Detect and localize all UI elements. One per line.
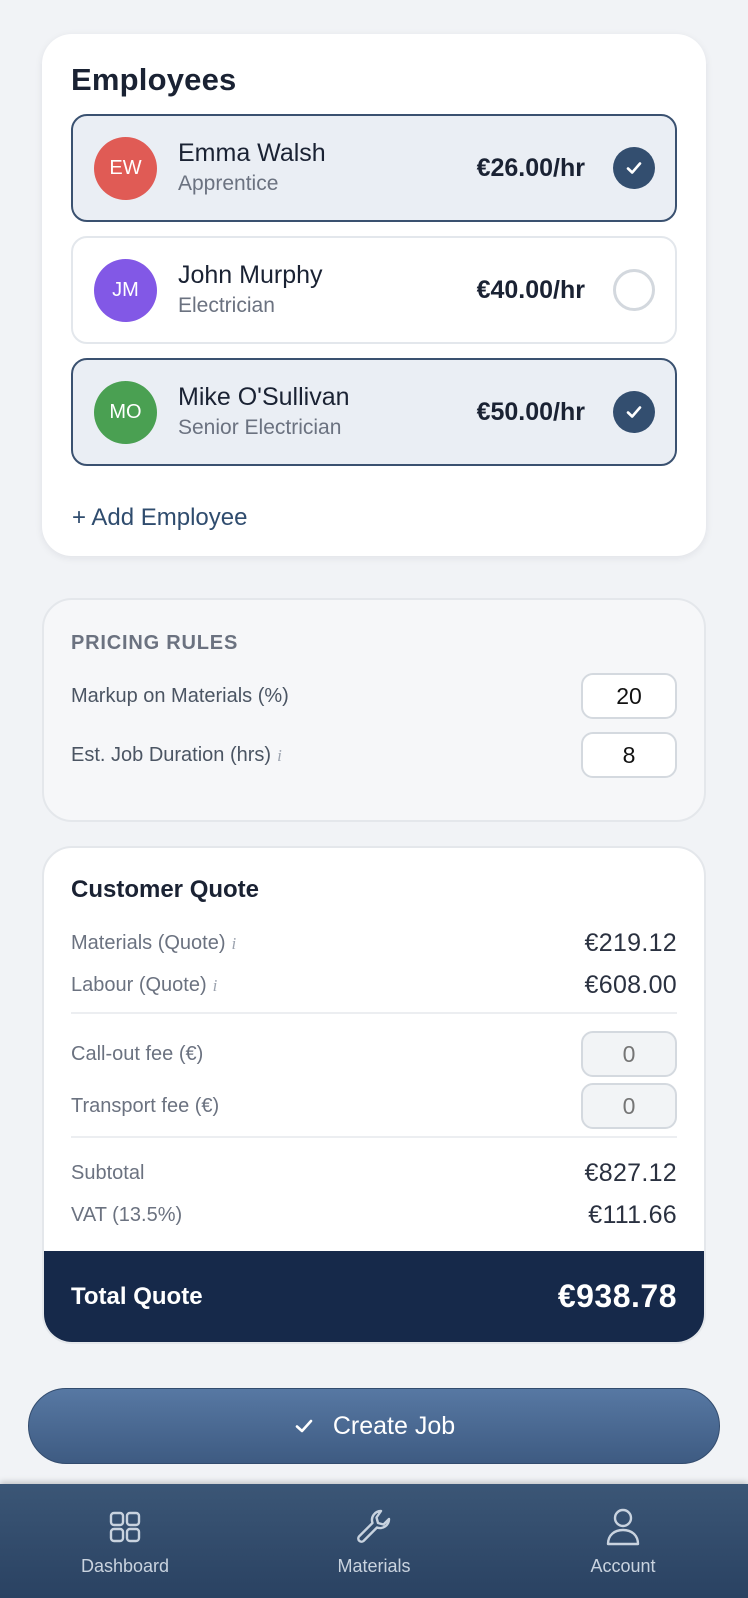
employee-info: Mike O'Sullivan Senior Electrician — [178, 382, 477, 442]
markup-row: Markup on Materials (%) — [71, 673, 677, 719]
materials-quote-label: Materials (Quote) — [71, 931, 226, 954]
pricing-rules-title: PRICING RULES — [71, 632, 239, 654]
transport-fee-row: Transport fee (€) — [71, 1080, 677, 1132]
duration-label-wrap: Est. Job Duration (hrs) i — [71, 744, 282, 767]
labour-quote-label: Labour (Quote) — [71, 973, 207, 996]
divider — [71, 1012, 677, 1014]
employee-rate: €50.00/hr — [476, 397, 585, 426]
info-icon[interactable]: i — [232, 934, 237, 953]
duration-label: Est. Job Duration (hrs) — [71, 743, 272, 766]
materials-quote-row: Materials (Quote) i €219.12 — [71, 922, 677, 964]
employee-row-emma-walsh[interactable]: EW Emma Walsh Apprentice €26.00/hr — [71, 114, 677, 222]
total-quote-label: Total Quote — [71, 1282, 203, 1310]
employee-rate: €40.00/hr — [476, 275, 585, 304]
customer-quote-card: Customer Quote Materials (Quote) i €219.1… — [42, 846, 706, 1344]
employee-checkbox-unchecked[interactable] — [613, 269, 655, 311]
employee-name: Mike O'Sullivan — [178, 383, 350, 411]
labour-quote-label-wrap: Labour (Quote) i — [71, 974, 217, 997]
wrench-icon — [294, 1506, 454, 1548]
total-quote-bar: Total Quote €938.78 — [44, 1251, 704, 1342]
employee-role: Apprentice — [178, 172, 279, 195]
callout-fee-label: Call-out fee (€) — [71, 1042, 204, 1065]
employee-info: John Murphy Electrician — [178, 260, 477, 320]
duration-input[interactable] — [581, 732, 677, 778]
avatar: MO — [94, 380, 157, 444]
create-job-label: Create Job — [332, 1411, 456, 1440]
vat-value: €111.66 — [588, 1200, 677, 1229]
nav-label: Materials — [337, 1556, 411, 1576]
nav-item-materials[interactable]: Materials — [294, 1506, 454, 1577]
subtotal-row: Subtotal €827.12 — [71, 1152, 677, 1194]
employee-row-mike-osullivan[interactable]: MO Mike O'Sullivan Senior Electrician €5… — [71, 358, 677, 466]
employee-role: Electrician — [178, 294, 275, 317]
divider — [71, 1136, 677, 1138]
subtotal-label: Subtotal — [71, 1161, 145, 1184]
employee-name: John Murphy — [178, 261, 323, 289]
employee-row-john-murphy[interactable]: JM John Murphy Electrician €40.00/hr — [71, 236, 677, 344]
create-job-button[interactable]: Create Job — [28, 1388, 720, 1464]
duration-row: Est. Job Duration (hrs) i — [71, 732, 677, 778]
nav-label: Dashboard — [80, 1556, 170, 1576]
employee-checkbox-checked[interactable] — [613, 391, 655, 433]
info-icon[interactable]: i — [277, 746, 282, 765]
materials-quote-value: €219.12 — [584, 928, 677, 957]
vat-row: VAT (13.5%) €111.66 — [71, 1194, 677, 1236]
check-icon — [626, 162, 642, 174]
nav-item-dashboard[interactable]: Dashboard — [45, 1506, 205, 1577]
transport-fee-input[interactable] — [581, 1083, 677, 1129]
vat-label: VAT (13.5%) — [71, 1203, 183, 1226]
employee-rate: €26.00/hr — [476, 153, 585, 182]
employee-info: Emma Walsh Apprentice — [178, 138, 477, 198]
subtotal-value: €827.12 — [584, 1158, 677, 1187]
check-icon — [626, 406, 642, 418]
avatar: JM — [94, 258, 157, 322]
employee-checkbox-checked[interactable] — [613, 147, 655, 189]
employee-name: Emma Walsh — [178, 139, 326, 167]
quote-title: Customer Quote — [71, 876, 260, 903]
labour-quote-row: Labour (Quote) i €608.00 — [71, 964, 677, 1006]
add-employee-button[interactable]: + Add Employee — [72, 504, 247, 532]
transport-fee-label: Transport fee (€) — [71, 1094, 220, 1117]
grid-icon — [45, 1506, 205, 1548]
markup-label: Markup on Materials (%) — [71, 684, 289, 707]
total-quote-value: €938.78 — [557, 1278, 677, 1314]
markup-input[interactable] — [581, 673, 677, 719]
nav-item-account[interactable]: Account — [543, 1506, 703, 1577]
labour-quote-value: €608.00 — [584, 970, 677, 999]
user-icon — [543, 1506, 703, 1548]
check-icon — [293, 1415, 315, 1437]
employees-title: Employees — [71, 62, 237, 97]
employee-role: Senior Electrician — [178, 416, 342, 439]
materials-quote-label-wrap: Materials (Quote) i — [71, 932, 236, 955]
pricing-rules-card: PRICING RULES Markup on Materials (%) Es… — [42, 598, 706, 822]
callout-fee-row: Call-out fee (€) — [71, 1028, 677, 1080]
callout-fee-input[interactable] — [581, 1031, 677, 1077]
employees-card: Employees EW Emma Walsh Apprentice €26.0… — [42, 34, 706, 556]
info-icon[interactable]: i — [213, 976, 218, 995]
bottom-nav: Dashboard Materials Account — [0, 1484, 748, 1598]
nav-label: Account — [590, 1556, 656, 1576]
avatar: EW — [94, 136, 157, 200]
